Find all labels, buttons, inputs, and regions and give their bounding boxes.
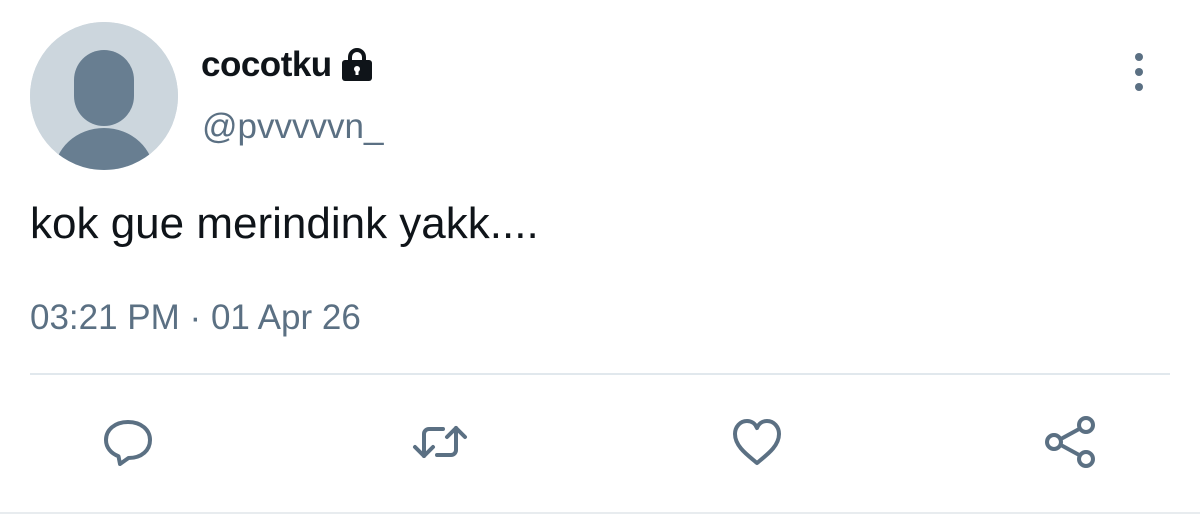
heart-icon: [733, 419, 781, 465]
avatar[interactable]: [30, 22, 178, 170]
reply-button[interactable]: [98, 412, 158, 472]
speech-bubble-icon: [104, 420, 152, 466]
tweet-timestamp[interactable]: 03:21 PM · 01 Apr 26: [30, 298, 361, 338]
display-name[interactable]: cocotku: [201, 45, 332, 85]
user-name-row: cocotku: [201, 40, 374, 90]
tweet-time: 03:21 PM: [30, 298, 180, 337]
more-options-icon[interactable]: [1124, 50, 1154, 94]
bottom-divider: [0, 512, 1200, 514]
retweet-icon: [413, 426, 467, 458]
tweet-date: 01 Apr 26: [210, 298, 361, 337]
divider: [30, 373, 1170, 375]
default-avatar-icon: [30, 22, 178, 170]
meta-separator: ·: [189, 298, 202, 337]
user-handle[interactable]: @pvvvvvn_: [202, 107, 383, 147]
share-button[interactable]: [1040, 412, 1100, 472]
retweet-button[interactable]: [410, 412, 470, 472]
like-button[interactable]: [727, 412, 787, 472]
share-icon: [1045, 416, 1095, 468]
tweet-text: kok gue merindink yakk....: [30, 199, 539, 248]
tweet-card: cocotku @pvvvvvn_ kok gue merindink yakk…: [0, 0, 1200, 529]
lock-icon: [340, 47, 374, 83]
